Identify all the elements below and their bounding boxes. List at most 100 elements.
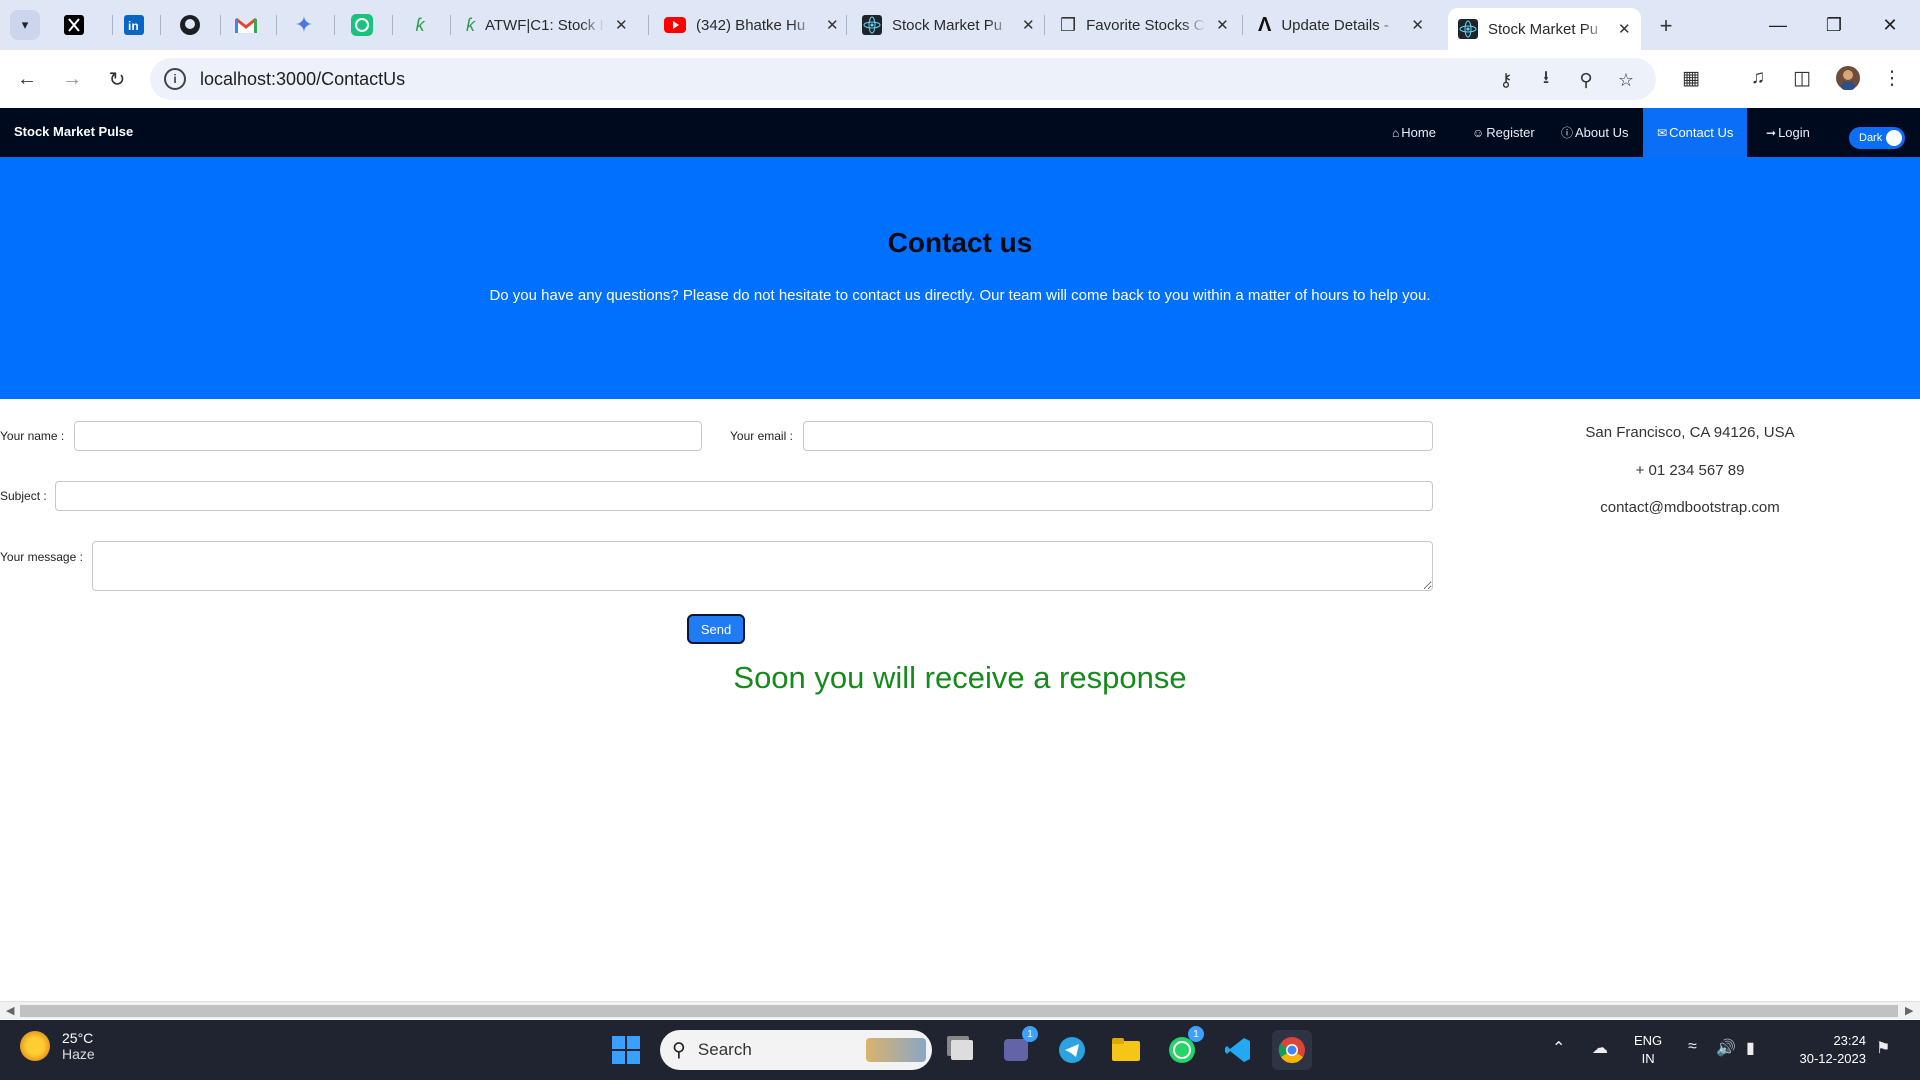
nav-login[interactable]: ➞ Login	[1752, 108, 1824, 157]
close-tab-icon[interactable]: ✕	[1216, 16, 1229, 34]
pinned-tab-stock-app[interactable]: ƙ	[400, 10, 440, 40]
tab-update-details[interactable]: Λ Update Details - ✕	[1248, 8, 1434, 42]
horizontal-scrollbar[interactable]: ◀ ▶	[0, 1001, 1920, 1019]
address-url[interactable]: localhost:3000/ContactUs	[200, 69, 405, 90]
weather-widget[interactable]: 25°C Haze	[20, 1030, 95, 1062]
pinned-tab-gmail[interactable]	[226, 10, 266, 40]
extensions-puzzle-icon[interactable]: ▦	[1677, 64, 1705, 92]
tab-youtube[interactable]: (342) Bhatke Hu ✕	[654, 8, 849, 42]
email-input[interactable]	[803, 421, 1433, 451]
close-tab-icon[interactable]: ✕	[615, 16, 628, 34]
tab-title: (342) Bhatke Hu	[696, 16, 806, 34]
restore-icon[interactable]: ❐	[1806, 0, 1862, 50]
response-message: Soon you will receive a response	[733, 660, 1187, 695]
nav-login-label: Login	[1778, 125, 1810, 140]
whatsapp-badge: 1	[1188, 1026, 1204, 1042]
tab-search-chevron-icon[interactable]: ▾	[10, 10, 40, 40]
minimize-icon[interactable]: —	[1750, 0, 1806, 50]
tab-stock-market-pulse-1[interactable]: Stock Market Pu ✕	[852, 8, 1045, 42]
close-tab-icon[interactable]: ✕	[826, 16, 839, 34]
pinned-tab-github[interactable]	[170, 10, 210, 40]
close-window-icon[interactable]: ✕	[1862, 0, 1918, 50]
show-hidden-icons-chevron[interactable]: ⌃	[1552, 1038, 1565, 1058]
linkedin-icon: in	[124, 15, 144, 35]
pinned-tab-linkedin[interactable]: in	[114, 10, 154, 40]
teams-app[interactable]: 1	[996, 1026, 1038, 1070]
tab-atwf[interactable]: ƙ ATWF|C1: Stock I ✕	[456, 8, 638, 42]
close-tab-icon[interactable]: ✕	[1618, 20, 1631, 38]
folder-icon	[1112, 1038, 1140, 1061]
search-icon: ⚲	[672, 1039, 686, 1061]
close-tab-icon[interactable]: ✕	[1411, 16, 1424, 34]
gemini-sparkle-icon: ✦	[294, 12, 314, 37]
profile-avatar[interactable]	[1834, 64, 1862, 92]
language-indicator[interactable]: ENG IN	[1634, 1032, 1662, 1068]
vscode-icon	[1225, 1038, 1250, 1062]
onedrive-cloud-icon[interactable]: ☁	[1592, 1038, 1608, 1058]
subject-label: Subject :	[0, 489, 47, 503]
address-bar[interactable]: i localhost:3000/ContactUs ⚷ ⭳ ⚲ ☆	[150, 58, 1656, 100]
clock[interactable]: 23:24 30-12-2023	[1786, 1032, 1867, 1068]
contact-card-icon: ✉	[1657, 125, 1668, 140]
dark-mode-toggle[interactable]: Dark	[1849, 127, 1905, 149]
media-control-icon[interactable]: ♫	[1744, 64, 1772, 92]
install-app-icon[interactable]: ⭳	[1534, 67, 1558, 92]
vscode-app[interactable]	[1218, 1030, 1258, 1070]
react-icon	[862, 15, 882, 35]
nav-about-us[interactable]: ⓘ About Us	[1547, 108, 1643, 157]
telegram-app[interactable]	[1052, 1030, 1092, 1070]
bookmark-star-icon[interactable]: ☆	[1614, 68, 1638, 92]
nav-contact-us[interactable]: ✉ Contact Us	[1643, 108, 1748, 157]
hero-subtitle: Do you have any questions? Please do not…	[489, 287, 1431, 304]
stock-app-icon: ƙ	[415, 14, 425, 35]
pinned-tab-chatgpt[interactable]	[342, 10, 382, 40]
task-view-button[interactable]	[942, 1030, 982, 1070]
battery-icon[interactable]: ▮	[1746, 1038, 1755, 1058]
taskbar-search[interactable]: ⚲ Search	[660, 1030, 932, 1070]
side-panel-icon[interactable]: ◫	[1788, 64, 1816, 92]
site-info-icon[interactable]: i	[164, 68, 186, 90]
new-tab-plus-icon[interactable]: +	[1652, 12, 1680, 40]
browser-menu-icon[interactable]: ⋮	[1878, 64, 1906, 92]
site-navbar: Stock Market Pulse ⌂ Home ☺ Register ⓘ A…	[0, 108, 1920, 157]
nav-register[interactable]: ☺ Register	[1458, 108, 1549, 157]
pinned-tab-gemini[interactable]: ✦	[284, 10, 324, 40]
scrollbar-thumb[interactable]	[20, 1005, 1898, 1017]
task-view-icon	[951, 1040, 973, 1060]
github-icon	[180, 15, 200, 35]
scroll-right-arrow-icon[interactable]: ▶	[1905, 1004, 1913, 1017]
zoom-icon[interactable]: ⚲	[1574, 68, 1598, 92]
send-button[interactable]: Send	[687, 614, 745, 644]
chrome-icon	[1278, 1037, 1305, 1064]
reload-icon[interactable]: ↻	[102, 64, 132, 94]
lang-secondary: IN	[1641, 1051, 1655, 1066]
volume-icon[interactable]: 🔊	[1716, 1038, 1736, 1058]
svg-text:in: in	[128, 19, 139, 33]
message-textarea[interactable]	[92, 541, 1433, 591]
back-arrow-icon[interactable]: ←	[12, 64, 42, 94]
notification-bell-icon[interactable]: ⚑	[1876, 1038, 1890, 1058]
pinned-tab-x[interactable]	[54, 10, 94, 40]
tab-stock-market-pulse-active[interactable]: Stock Market Pu ✕	[1448, 8, 1641, 50]
scroll-left-arrow-icon[interactable]: ◀	[6, 1004, 14, 1017]
name-input[interactable]	[74, 421, 702, 451]
telegram-icon	[1059, 1037, 1085, 1063]
x-logo-icon	[64, 15, 84, 35]
subject-input[interactable]	[55, 481, 1433, 511]
password-key-icon[interactable]: ⚷	[1494, 68, 1518, 92]
contact-hero: Contact us Do you have any questions? Pl…	[0, 157, 1920, 399]
tab-favorite-stocks[interactable]: ❒ Favorite Stocks C ✕	[1050, 8, 1239, 42]
start-button[interactable]	[606, 1030, 646, 1070]
whatsapp-app[interactable]: 1	[1162, 1026, 1204, 1070]
chrome-app[interactable]	[1272, 1030, 1312, 1070]
wifi-icon[interactable]: ≈	[1688, 1038, 1697, 1056]
forward-arrow-icon[interactable]: →	[57, 64, 87, 94]
taskbar-search-label: Search	[697, 1040, 752, 1059]
file-explorer-app[interactable]	[1106, 1030, 1146, 1070]
teams-icon	[1004, 1039, 1028, 1061]
search-highlight-image	[866, 1038, 926, 1062]
site-brand[interactable]: Stock Market Pulse	[14, 124, 133, 139]
contact-phone: + 01 234 567 89	[1635, 462, 1745, 479]
nav-home[interactable]: ⌂ Home	[1378, 108, 1450, 157]
close-tab-icon[interactable]: ✕	[1022, 16, 1035, 34]
